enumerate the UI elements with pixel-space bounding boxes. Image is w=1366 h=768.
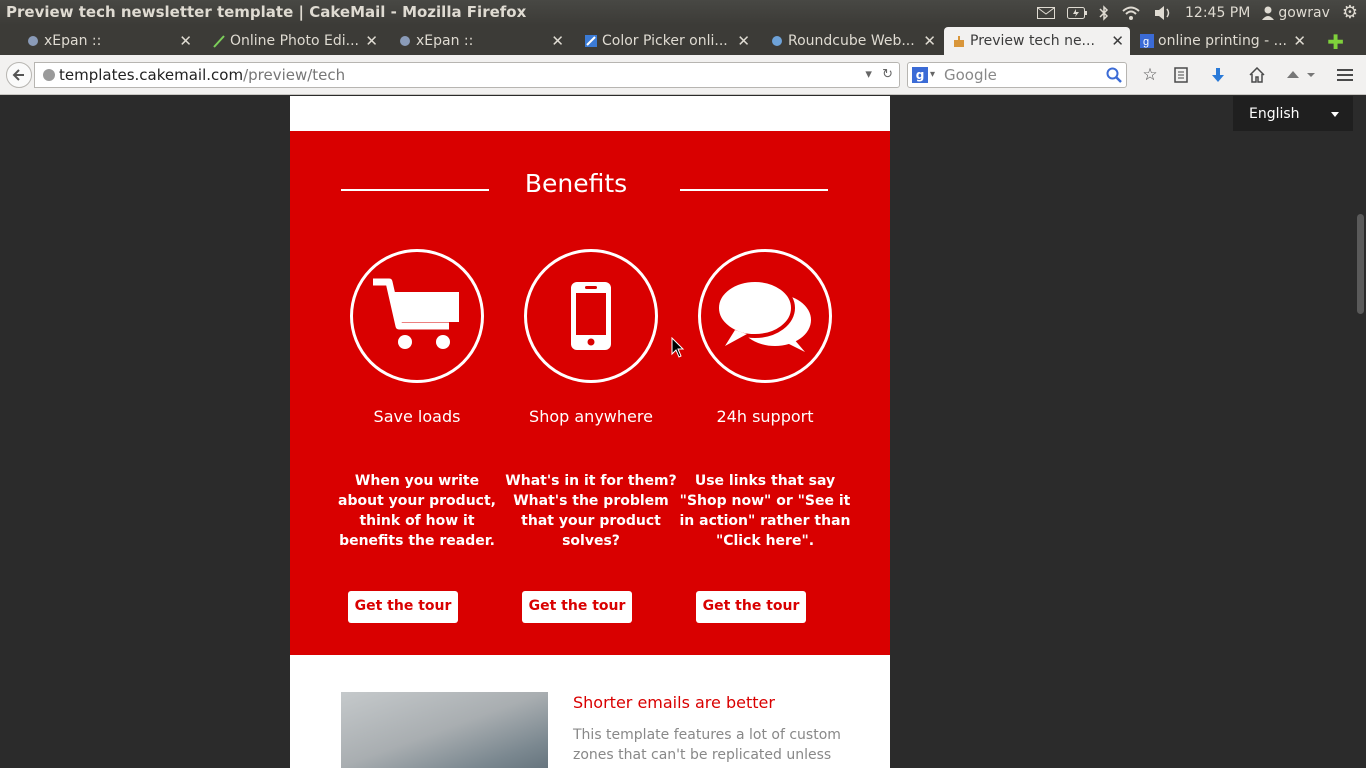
tab-label: online printing - ...: [1158, 33, 1288, 49]
addon-dropdown-icon[interactable]: [1283, 65, 1317, 85]
article-title[interactable]: Shorter emails are better: [573, 693, 775, 712]
benefits-title: Benefits: [524, 169, 628, 198]
close-icon[interactable]: ✕: [1293, 32, 1306, 50]
feature-title: 24h support: [716, 407, 814, 426]
bookmark-star-icon[interactable]: ☆: [1140, 65, 1160, 85]
feature-shop-anywhere: Shop anywhere What's in it for them? Wha…: [504, 249, 678, 623]
navigation-toolbar: templates.cakemail.com/preview/tech ▾ ↻ …: [0, 55, 1366, 95]
tab-color-picker[interactable]: Color Picker onli... ✕: [576, 27, 756, 55]
url-domain: templates.cakemail.com: [59, 66, 244, 84]
search-placeholder: Google: [944, 66, 997, 84]
language-selector[interactable]: English: [1233, 96, 1353, 131]
wifi-icon[interactable]: [1121, 5, 1141, 21]
search-engine-dropdown-icon[interactable]: ▾: [930, 63, 935, 87]
user-menu[interactable]: gowrav: [1262, 5, 1330, 21]
clock-text[interactable]: 12:45 PM: [1185, 5, 1250, 21]
search-icon[interactable]: [1106, 66, 1122, 90]
reload-icon[interactable]: ↻: [882, 67, 893, 82]
url-dropdown-icon[interactable]: ▾: [865, 67, 872, 82]
tab-strip: xEpan :: ✕ Online Photo Edi... ✕ xEpan :…: [0, 25, 1366, 55]
tab-label: xEpan ::: [416, 33, 474, 49]
mail-icon[interactable]: [1037, 6, 1055, 19]
back-arrow-icon: [12, 69, 24, 81]
feature-description: When you write about your product, think…: [338, 473, 496, 549]
tab-label: Online Photo Edi...: [230, 33, 359, 49]
phone-icon: [571, 282, 611, 350]
get-the-tour-button[interactable]: Get the tour: [696, 591, 806, 623]
tab-preview-tech[interactable]: Preview tech ne... ✕: [944, 27, 1130, 55]
benefits-section: Benefits Save loads When you write about…: [290, 131, 890, 655]
site-identity-icon[interactable]: [43, 69, 55, 81]
close-icon[interactable]: ✕: [551, 32, 564, 50]
close-icon[interactable]: ✕: [179, 32, 192, 50]
article-body: This template features a lot of custom z…: [573, 727, 841, 768]
system-title-bar: Preview tech newsletter template | CakeM…: [0, 0, 1366, 25]
system-tray: 12:45 PM gowrav ⚙: [1031, 0, 1366, 25]
user-icon: [1262, 6, 1275, 20]
google-search-engine-icon[interactable]: g: [912, 67, 928, 83]
color-picker-favicon-icon: [584, 34, 598, 48]
feature-description: What's in it for them? What's the proble…: [505, 473, 677, 549]
white-section-top: [290, 96, 890, 131]
tab-xepan-2[interactable]: xEpan :: ✕: [390, 27, 570, 55]
tab-label: Roundcube Web...: [788, 33, 915, 49]
tab-label: Preview tech ne...: [970, 33, 1095, 49]
back-button[interactable]: [6, 62, 32, 88]
tab-online-printing[interactable]: g online printing - ... ✕: [1132, 27, 1312, 55]
caret-down-icon: [1331, 112, 1339, 117]
close-icon[interactable]: ✕: [365, 32, 378, 50]
feature-24h-support: 24h support Use links that say "Shop now…: [678, 249, 852, 623]
article-section: Shorter emails are better This template …: [290, 655, 890, 768]
search-box[interactable]: g ▾ Google: [907, 62, 1127, 88]
window-title: Preview tech newsletter template | CakeM…: [6, 3, 527, 21]
close-icon[interactable]: ✕: [1111, 32, 1124, 50]
scrollbar-thumb[interactable]: [1357, 214, 1364, 314]
svg-text:g: g: [1143, 36, 1149, 48]
close-icon[interactable]: ✕: [923, 32, 936, 50]
tab-roundcube[interactable]: Roundcube Web... ✕: [762, 27, 942, 55]
mouse-cursor-icon: [671, 336, 685, 363]
feature-save-loads: Save loads When you write about your pro…: [330, 249, 504, 623]
xepan-favicon-icon: [26, 34, 40, 48]
xepan-favicon-icon: [398, 34, 412, 48]
home-icon[interactable]: [1247, 65, 1267, 85]
bookmarks-list-icon[interactable]: [1171, 65, 1191, 85]
feature-title: Shop anywhere: [529, 407, 653, 426]
hamburger-menu-icon[interactable]: [1335, 65, 1355, 85]
cart-icon: [373, 278, 459, 349]
bluetooth-icon[interactable]: [1099, 4, 1109, 21]
close-icon[interactable]: ✕: [737, 32, 750, 50]
battery-icon[interactable]: [1067, 6, 1087, 19]
get-the-tour-button[interactable]: Get the tour: [522, 591, 632, 623]
language-label: English: [1249, 106, 1300, 122]
tab-label: Color Picker onli...: [602, 33, 728, 49]
chat-circle: [698, 249, 832, 383]
feature-description: Use links that say "Shop now" or "See it…: [679, 473, 851, 549]
url-path: /preview/tech: [243, 66, 346, 84]
tab-label: xEpan ::: [44, 33, 102, 49]
cake-favicon-icon: [952, 34, 966, 48]
tab-xepan-1[interactable]: xEpan :: ✕: [18, 27, 198, 55]
tab-photo-editor[interactable]: Online Photo Edi... ✕: [204, 27, 384, 55]
settings-gear-icon[interactable]: ⚙: [1342, 2, 1358, 23]
cart-circle: [350, 249, 484, 383]
phone-circle: [524, 249, 658, 383]
brush-favicon-icon: [212, 34, 226, 48]
page-viewport: English Benefits Save loads When you wri…: [0, 96, 1366, 768]
new-tab-plus-icon[interactable]: ✚: [1327, 30, 1344, 54]
chat-icon: [715, 278, 811, 352]
get-the-tour-button[interactable]: Get the tour: [348, 591, 458, 623]
user-name: gowrav: [1278, 4, 1330, 21]
volume-icon[interactable]: [1153, 5, 1173, 21]
roundcube-favicon-icon: [770, 34, 784, 48]
url-bar[interactable]: templates.cakemail.com/preview/tech ▾ ↻: [34, 62, 900, 88]
google-favicon-icon: g: [1140, 34, 1154, 48]
article-photo: [341, 692, 548, 768]
downloads-arrow-icon[interactable]: [1208, 65, 1228, 85]
feature-title: Save loads: [373, 407, 461, 426]
page-scrollbar[interactable]: [1354, 96, 1366, 768]
